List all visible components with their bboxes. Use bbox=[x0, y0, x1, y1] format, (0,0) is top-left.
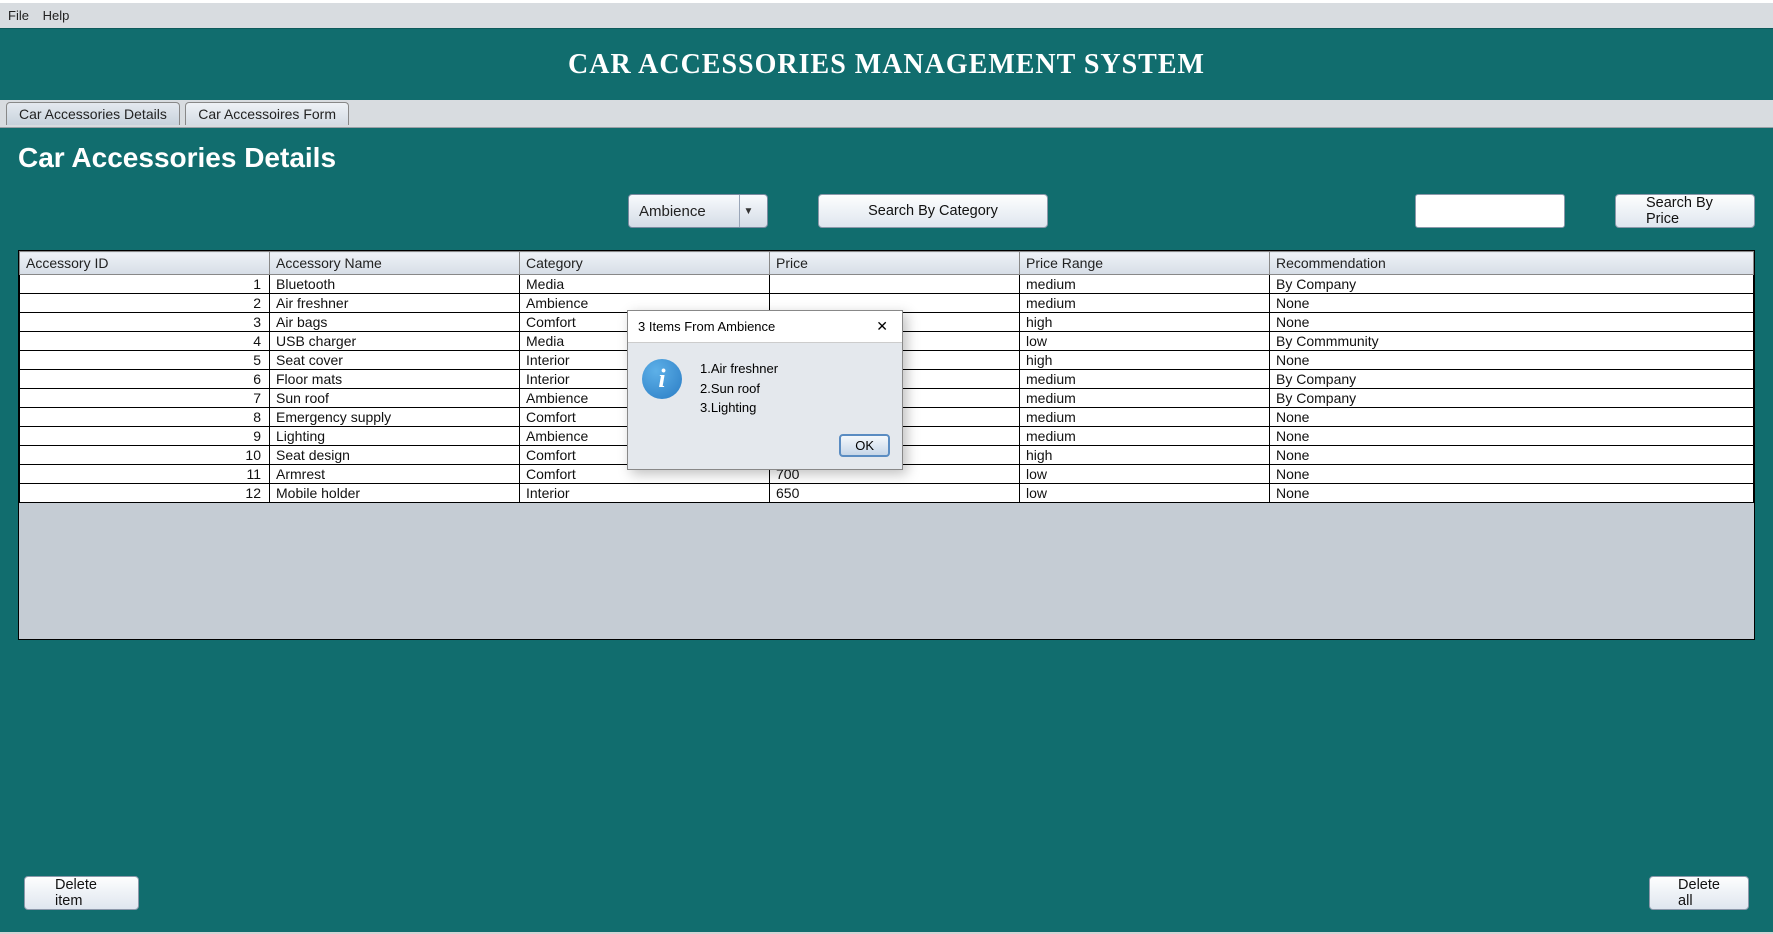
cell-name: Floor mats bbox=[270, 370, 520, 389]
cell-name: Bluetooth bbox=[270, 275, 520, 294]
cell-recommendation: None bbox=[1270, 446, 1754, 465]
tab-form[interactable]: Car Accessoires Form bbox=[185, 102, 349, 125]
cell-id: 2 bbox=[20, 294, 270, 313]
bottom-bar: Delete item Delete all bbox=[24, 876, 1749, 910]
cell-range: medium bbox=[1020, 370, 1270, 389]
cell-recommendation: By Company bbox=[1270, 275, 1754, 294]
cell-name: Mobile holder bbox=[270, 484, 520, 503]
cell-range: medium bbox=[1020, 294, 1270, 313]
cell-recommendation: None bbox=[1270, 465, 1754, 484]
cell-recommendation: None bbox=[1270, 408, 1754, 427]
dialog-list: 1.Air freshner 2.Sun roof 3.Lighting bbox=[700, 359, 778, 418]
tab-details[interactable]: Car Accessories Details bbox=[6, 102, 180, 125]
cell-range: medium bbox=[1020, 275, 1270, 294]
menu-file[interactable]: File bbox=[8, 8, 29, 23]
info-dialog: 3 Items From Ambience ✕ i 1.Air freshner… bbox=[627, 310, 903, 470]
dialog-item: 2.Sun roof bbox=[700, 379, 778, 399]
table-row[interactable]: 1BluetoothMedia mediumBy Company bbox=[20, 275, 1754, 294]
cell-name: Seat cover bbox=[270, 351, 520, 370]
category-selected-label: Ambience bbox=[639, 203, 706, 220]
dialog-item: 3.Lighting bbox=[700, 398, 778, 418]
cell-name: Lighting bbox=[270, 427, 520, 446]
cell-id: 7 bbox=[20, 389, 270, 408]
cell-id: 9 bbox=[20, 427, 270, 446]
cell-range: low bbox=[1020, 484, 1270, 503]
dialog-title: 3 Items From Ambience bbox=[638, 319, 775, 334]
cell-name: Seat design bbox=[270, 446, 520, 465]
dialog-titlebar: 3 Items From Ambience ✕ bbox=[628, 311, 902, 343]
header: CAR ACCESSORIES MANAGEMENT SYSTEM bbox=[0, 28, 1773, 100]
col-recommendation[interactable]: Recommendation bbox=[1270, 252, 1754, 275]
cell-range: low bbox=[1020, 332, 1270, 351]
dialog-body: i 1.Air freshner 2.Sun roof 3.Lighting bbox=[628, 343, 902, 428]
tab-bar: Car Accessories Details Car Accessoires … bbox=[0, 100, 1773, 128]
cell-recommendation: By Company bbox=[1270, 370, 1754, 389]
cell-range: high bbox=[1020, 313, 1270, 332]
chevron-down-icon: ▼ bbox=[739, 195, 757, 227]
delete-all-button[interactable]: Delete all bbox=[1649, 876, 1749, 910]
cell-id: 8 bbox=[20, 408, 270, 427]
price-input[interactable] bbox=[1415, 194, 1565, 228]
cell-id: 4 bbox=[20, 332, 270, 351]
cell-category: Media bbox=[520, 275, 770, 294]
cell-range: high bbox=[1020, 446, 1270, 465]
cell-name: Armrest bbox=[270, 465, 520, 484]
menu-bar: File Help bbox=[0, 0, 1773, 28]
cell-range: low bbox=[1020, 465, 1270, 484]
search-by-price-button[interactable]: Search By Price bbox=[1615, 194, 1755, 228]
info-icon: i bbox=[642, 359, 682, 399]
cell-recommendation: None bbox=[1270, 427, 1754, 446]
cell-name: Air freshner bbox=[270, 294, 520, 313]
cell-name: Air bags bbox=[270, 313, 520, 332]
dialog-item: 1.Air freshner bbox=[700, 359, 778, 379]
ok-button[interactable]: OK bbox=[839, 434, 890, 457]
controls-row: Ambience ▼ Search By Category Search By … bbox=[18, 194, 1755, 228]
cell-recommendation: None bbox=[1270, 294, 1754, 313]
cell-recommendation: By Company bbox=[1270, 389, 1754, 408]
col-accessory-name[interactable]: Accessory Name bbox=[270, 252, 520, 275]
table-row[interactable]: 12Mobile holderInterior650lowNone bbox=[20, 484, 1754, 503]
cell-recommendation: None bbox=[1270, 351, 1754, 370]
cell-id: 12 bbox=[20, 484, 270, 503]
cell-id: 6 bbox=[20, 370, 270, 389]
col-category[interactable]: Category bbox=[520, 252, 770, 275]
col-price[interactable]: Price bbox=[770, 252, 1020, 275]
cell-recommendation: None bbox=[1270, 484, 1754, 503]
cell-id: 5 bbox=[20, 351, 270, 370]
table-empty-area bbox=[19, 503, 1754, 640]
cell-id: 1 bbox=[20, 275, 270, 294]
dialog-buttons: OK bbox=[628, 428, 902, 469]
cell-range: high bbox=[1020, 351, 1270, 370]
search-by-category-button[interactable]: Search By Category bbox=[818, 194, 1048, 228]
cell-name: Sun roof bbox=[270, 389, 520, 408]
col-accessory-id[interactable]: Accessory ID bbox=[20, 252, 270, 275]
cell-range: medium bbox=[1020, 389, 1270, 408]
table-header-row: Accessory ID Accessory Name Category Pri… bbox=[20, 252, 1754, 275]
cell-category: Interior bbox=[520, 484, 770, 503]
col-price-range[interactable]: Price Range bbox=[1020, 252, 1270, 275]
cell-name: USB charger bbox=[270, 332, 520, 351]
cell-id: 3 bbox=[20, 313, 270, 332]
delete-item-button[interactable]: Delete item bbox=[24, 876, 139, 910]
cell-id: 10 bbox=[20, 446, 270, 465]
page-title: Car Accessories Details bbox=[18, 142, 1755, 174]
category-dropdown[interactable]: Ambience ▼ bbox=[628, 194, 768, 228]
cell-range: medium bbox=[1020, 408, 1270, 427]
cell-id: 11 bbox=[20, 465, 270, 484]
cell-name: Emergency supply bbox=[270, 408, 520, 427]
menu-help[interactable]: Help bbox=[43, 8, 70, 23]
cell-recommendation: By Commmunity bbox=[1270, 332, 1754, 351]
cell-recommendation: None bbox=[1270, 313, 1754, 332]
cell-price bbox=[770, 275, 1020, 294]
main-panel: Car Accessories Details Ambience ▼ Searc… bbox=[0, 128, 1773, 932]
cell-price: 650 bbox=[770, 484, 1020, 503]
close-icon[interactable]: ✕ bbox=[872, 318, 892, 335]
app-title: CAR ACCESSORIES MANAGEMENT SYSTEM bbox=[568, 49, 1205, 81]
cell-range: medium bbox=[1020, 427, 1270, 446]
